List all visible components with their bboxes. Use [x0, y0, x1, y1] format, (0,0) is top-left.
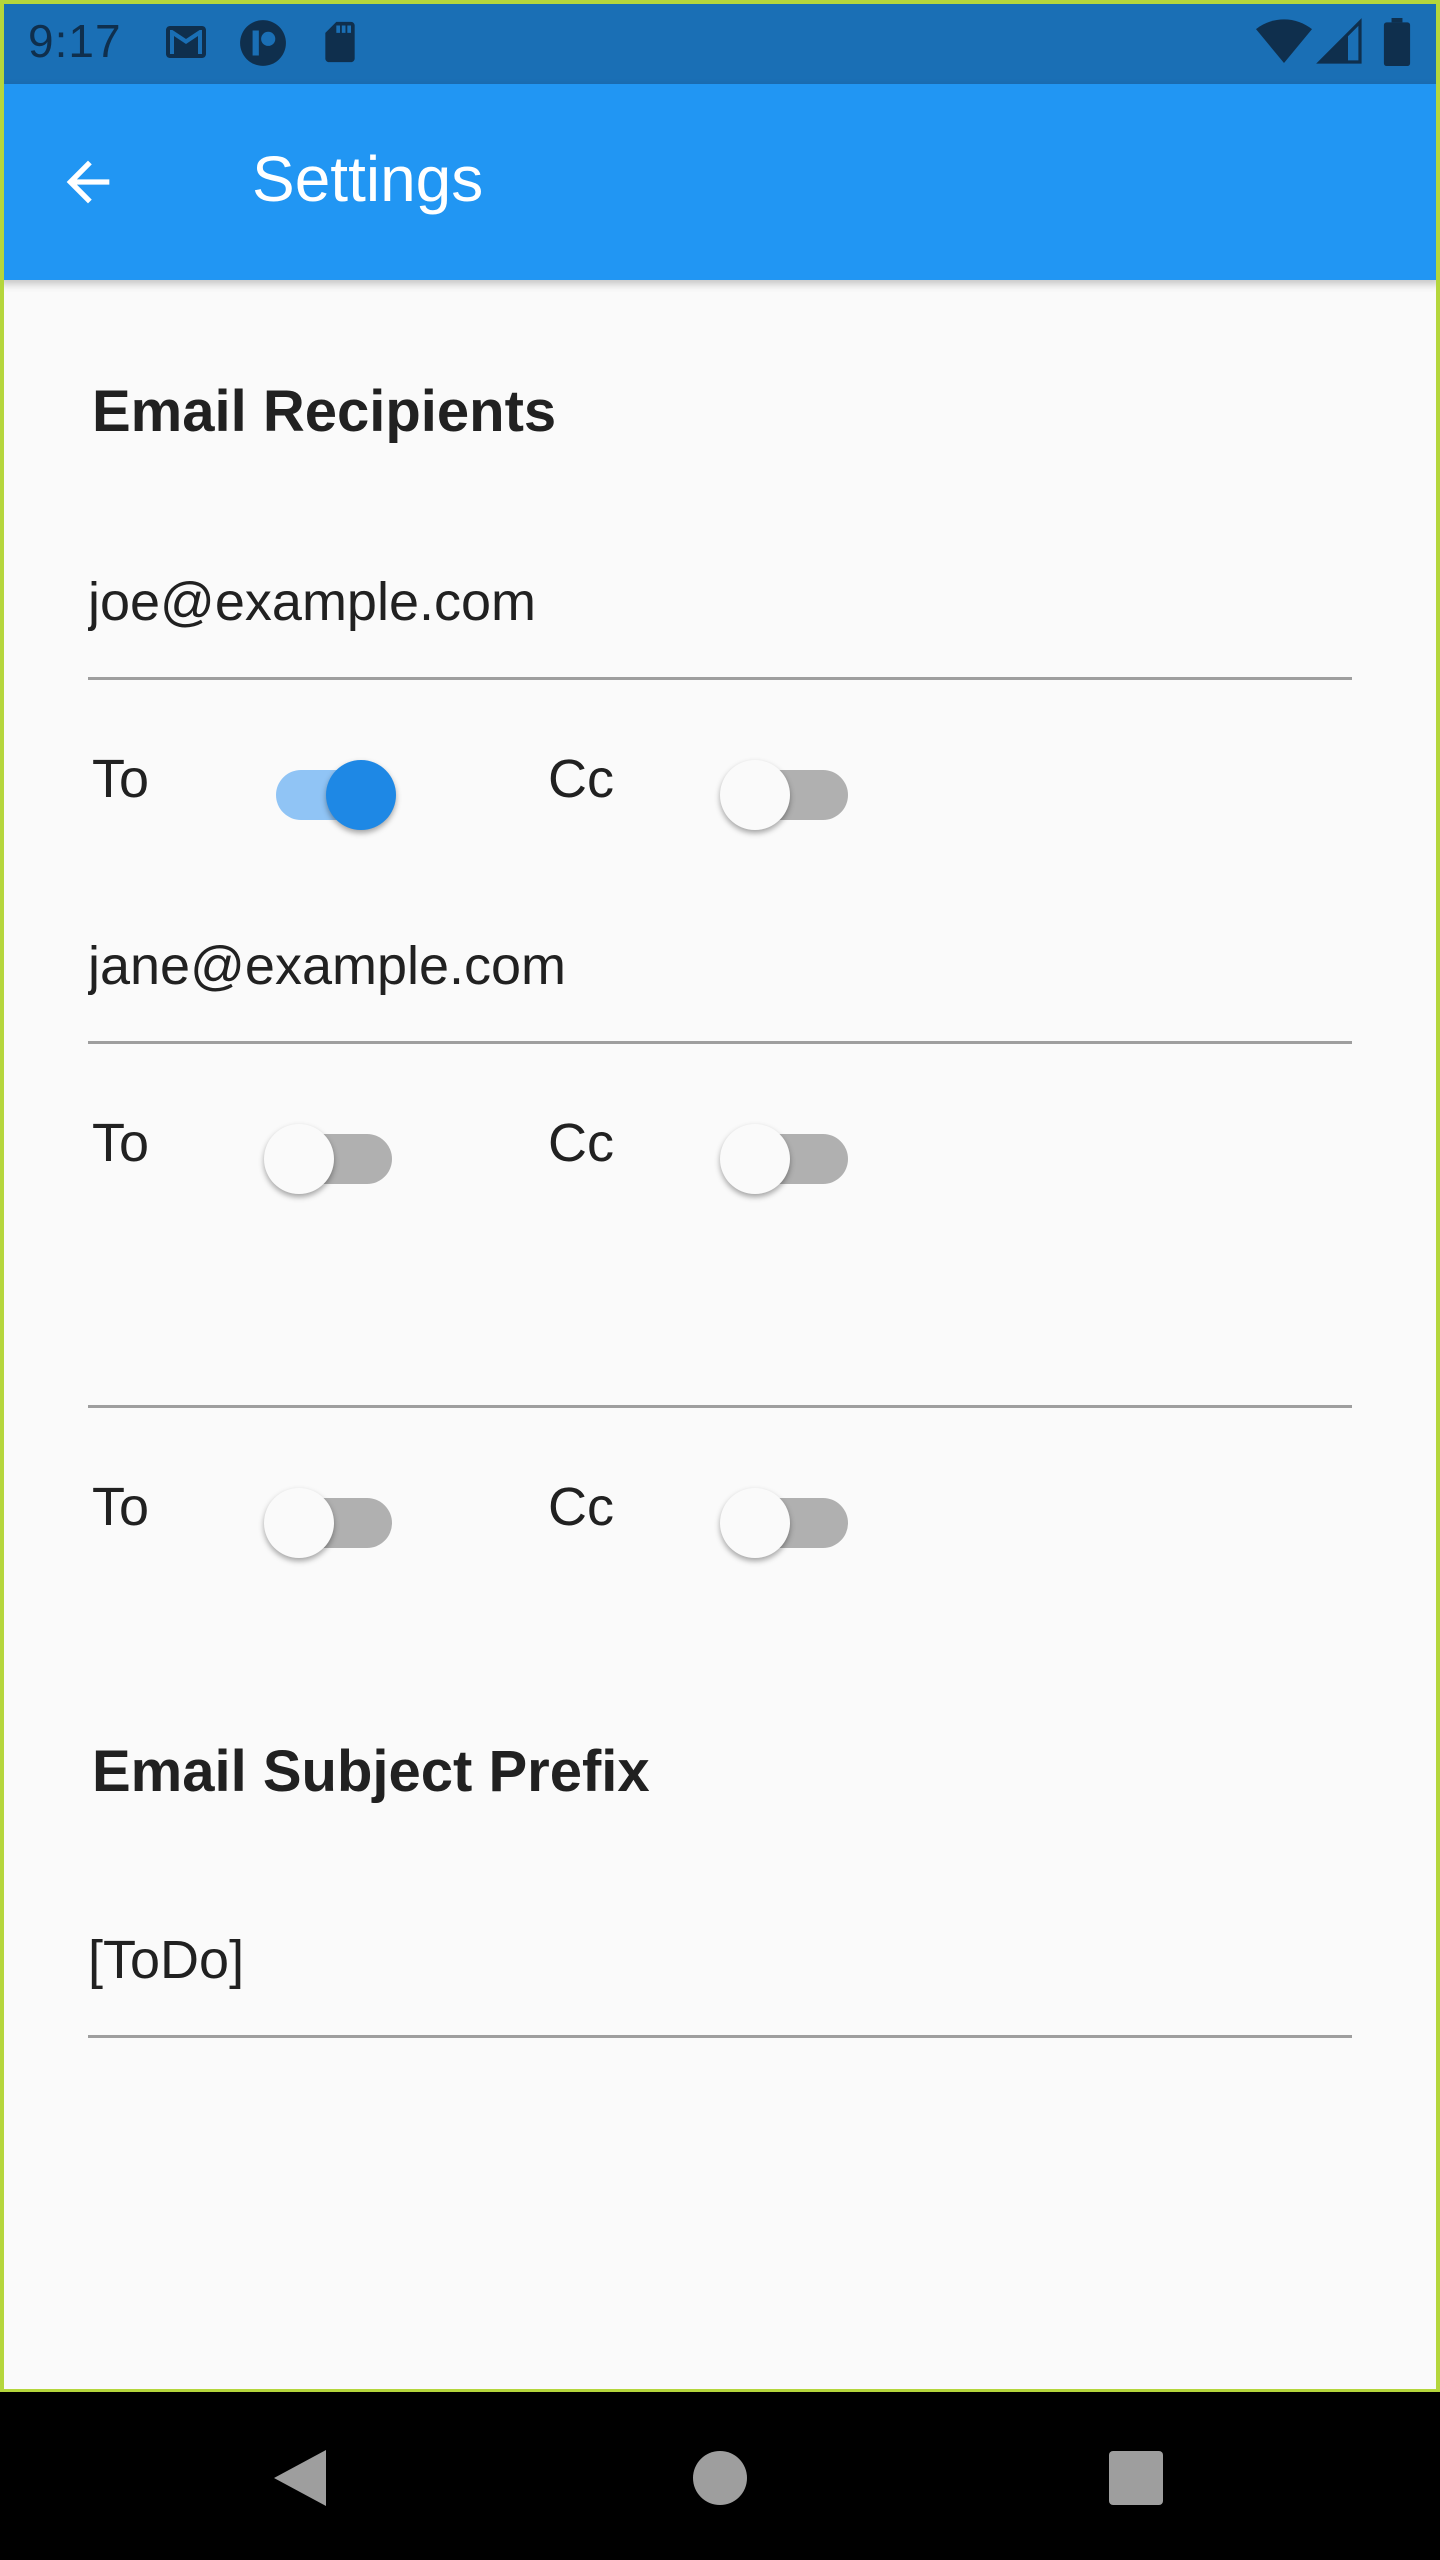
battery-icon — [1382, 18, 1412, 71]
recipient-email-input-3[interactable] — [88, 1299, 1352, 1361]
recipient-toggle-row-3: To Cc — [0, 1446, 1440, 1566]
arrow-back-icon — [56, 150, 120, 219]
to-label: To — [92, 1477, 150, 1537]
subject-prefix-field[interactable] — [88, 1888, 1352, 2038]
to-switch-1[interactable] — [264, 746, 404, 830]
recipient-toggle-row-1: To Cc — [0, 718, 1440, 838]
section-title-email-recipients: Email Recipients — [92, 379, 557, 444]
status-bar: 9:17 — [0, 0, 1440, 84]
recipient-email-input-2[interactable] — [88, 935, 1352, 997]
section-title-email-subject-prefix: Email Subject Prefix — [92, 1739, 650, 1804]
app-bar: Settings — [0, 84, 1440, 280]
to-switch-3[interactable] — [264, 1474, 404, 1558]
wifi-icon — [1256, 18, 1312, 71]
app-notification-icon — [238, 18, 288, 73]
recipient-toggle-row-2: To Cc — [0, 1082, 1440, 1202]
recipient-email-field-2[interactable] — [88, 894, 1352, 1044]
nav-recents-button[interactable] — [1076, 2432, 1196, 2528]
subject-prefix-input[interactable] — [88, 1929, 1352, 1991]
nav-back-button[interactable] — [240, 2432, 360, 2528]
recipient-email-input-1[interactable] — [88, 571, 1352, 633]
cc-switch-3[interactable] — [720, 1474, 860, 1558]
cc-label: Cc — [548, 1477, 614, 1537]
back-triangle-icon — [270, 2446, 330, 2515]
nav-home-button[interactable] — [660, 2432, 780, 2528]
sd-card-icon — [318, 18, 362, 71]
page-title: Settings — [252, 143, 484, 215]
cc-switch-2[interactable] — [720, 1110, 860, 1194]
cc-switch-1[interactable] — [720, 746, 860, 830]
recents-square-icon — [1109, 2450, 1163, 2510]
cc-label: Cc — [548, 1113, 614, 1173]
system-nav-bar — [0, 2392, 1440, 2560]
to-label: To — [92, 1113, 150, 1173]
cc-label: Cc — [548, 749, 614, 809]
gmail-icon — [162, 18, 210, 71]
to-label: To — [92, 749, 150, 809]
cell-signal-icon — [1316, 18, 1364, 71]
status-time: 9:17 — [28, 15, 122, 67]
recipient-email-field-3[interactable] — [88, 1258, 1352, 1408]
home-circle-icon — [693, 2450, 747, 2510]
recipient-email-field-1[interactable] — [88, 530, 1352, 680]
back-button[interactable] — [40, 136, 136, 232]
to-switch-2[interactable] — [264, 1110, 404, 1194]
